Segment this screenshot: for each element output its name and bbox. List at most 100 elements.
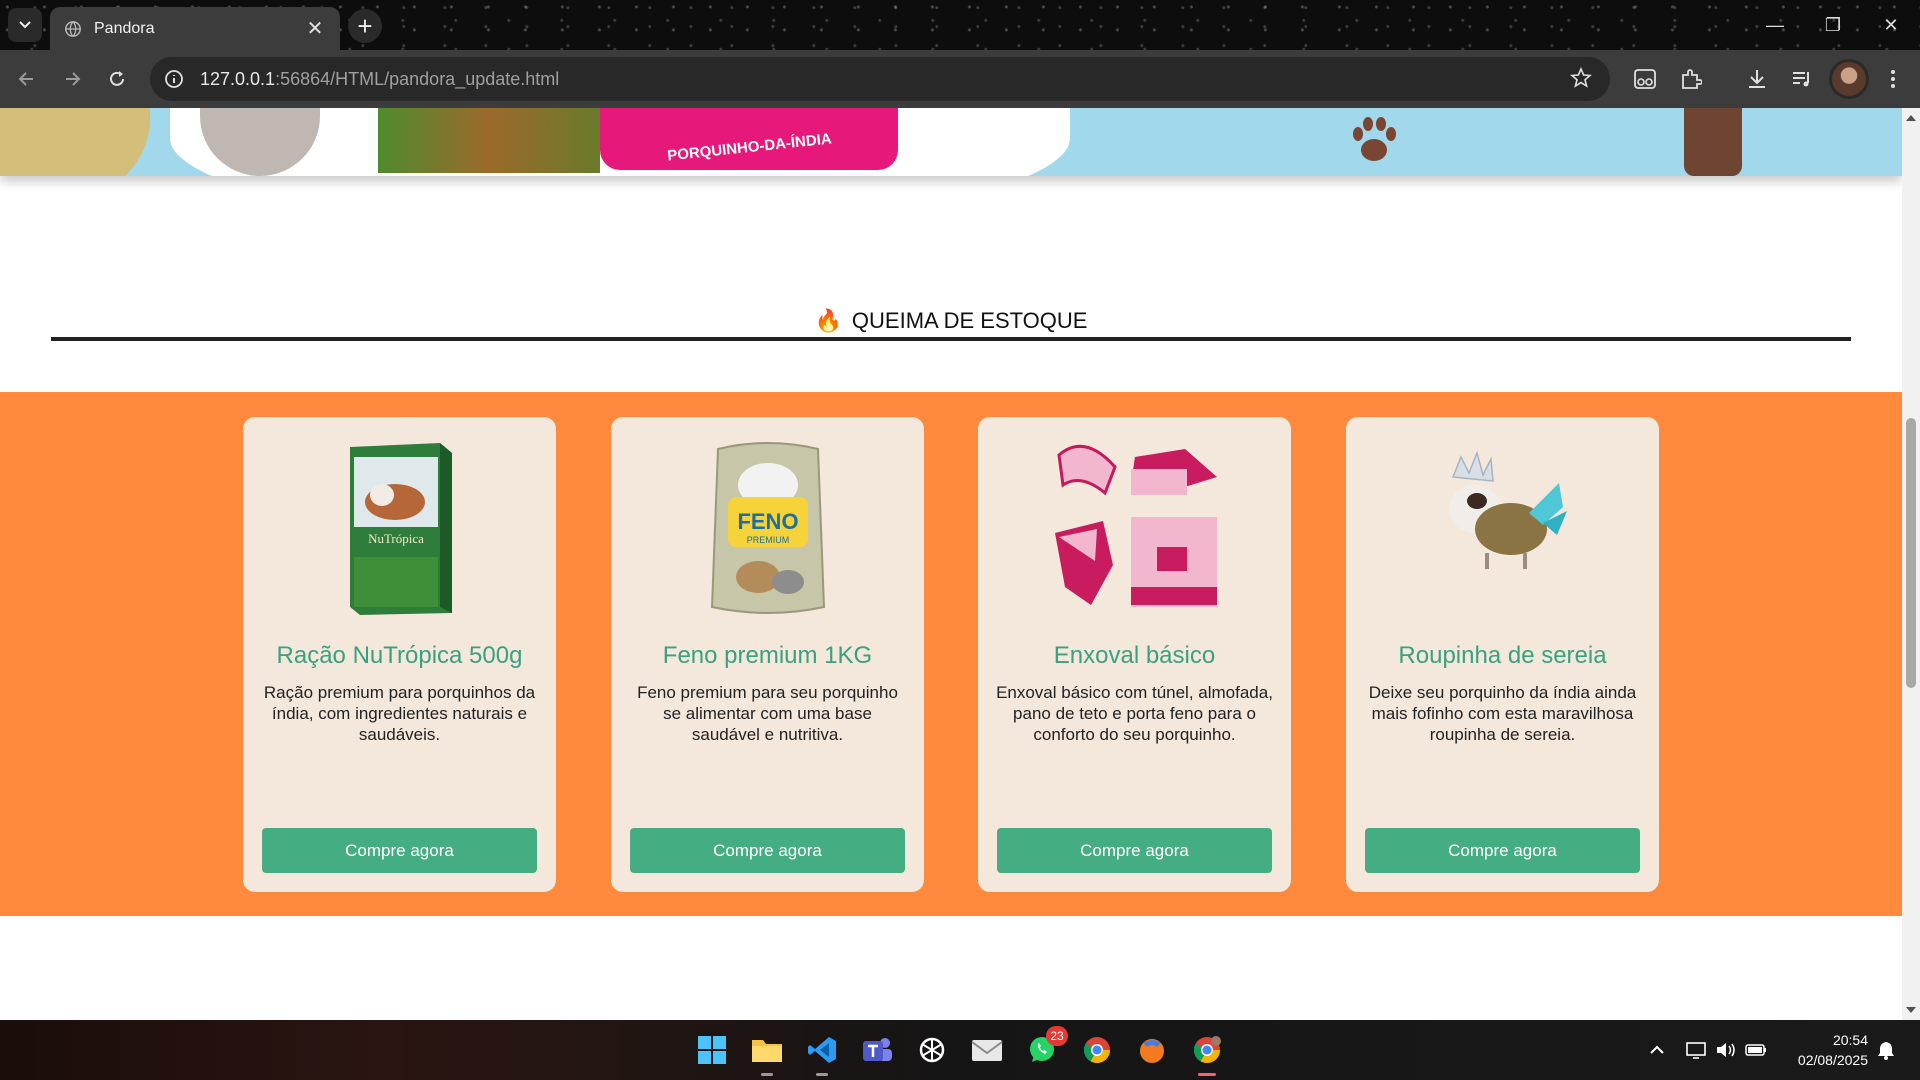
section-heading: 🔥 QUEIMA DE ESTOQUE bbox=[0, 308, 1902, 334]
reload-icon bbox=[110, 71, 124, 86]
heading-divider bbox=[51, 337, 1851, 341]
buy-now-button[interactable]: Compre agora bbox=[630, 828, 905, 873]
forward-button[interactable] bbox=[55, 62, 89, 96]
close-window-button[interactable]: ✕ bbox=[1862, 0, 1920, 50]
app-button[interactable] bbox=[1132, 1030, 1172, 1070]
browser-tab-strip: Pandora ✕ + — ❐ ✕ bbox=[0, 0, 1920, 50]
chevron-down-icon bbox=[19, 21, 31, 29]
start-button[interactable] bbox=[692, 1030, 732, 1070]
arrow-right-icon bbox=[66, 72, 81, 86]
file-explorer-button[interactable] bbox=[747, 1030, 787, 1076]
page-viewport: PORQUINHO-DA-ÍNDIA 🔥 QUEIMA DE ESTOQUE N… bbox=[0, 108, 1902, 1020]
leaf-decoration bbox=[0, 108, 150, 176]
media-controls-icon[interactable] bbox=[1785, 62, 1819, 96]
mail-button[interactable] bbox=[967, 1030, 1007, 1070]
buy-now-button[interactable]: Compre agora bbox=[997, 828, 1272, 873]
vscode-button[interactable] bbox=[802, 1030, 842, 1076]
site-info-icon[interactable] bbox=[164, 69, 184, 89]
scratching-post-image bbox=[1684, 108, 1742, 176]
product-image bbox=[978, 437, 1291, 617]
buy-now-button[interactable]: Compre agora bbox=[1365, 828, 1640, 873]
extensions-puzzle-icon[interactable] bbox=[1674, 62, 1708, 96]
running-indicator bbox=[816, 1073, 828, 1076]
chrome-profile-icon bbox=[1193, 1036, 1221, 1064]
browser-tab[interactable]: Pandora ✕ bbox=[50, 7, 340, 50]
scrollbar-thumb[interactable] bbox=[1906, 418, 1916, 688]
bookmark-star-icon[interactable] bbox=[1570, 67, 1592, 89]
chatgpt-button[interactable] bbox=[912, 1030, 952, 1070]
paw-icon bbox=[1353, 117, 1396, 161]
tab-search-button[interactable] bbox=[8, 8, 42, 42]
scroll-up-arrow-icon[interactable] bbox=[1905, 112, 1917, 124]
product-image: FENO PREMIUM bbox=[611, 437, 924, 617]
system-clock[interactable]: 20:54 02/08/2025 bbox=[1798, 1030, 1868, 1070]
package-label: PORQUINHO-DA-ÍNDIA bbox=[666, 130, 832, 165]
volume-icon[interactable] bbox=[1714, 1038, 1738, 1062]
product-description: Enxoval básico com túnel, almofada, pano… bbox=[996, 683, 1273, 744]
hero-banner: PORQUINHO-DA-ÍNDIA bbox=[0, 108, 1902, 176]
windows-logo-icon bbox=[698, 1036, 726, 1064]
download-icon[interactable] bbox=[1740, 62, 1774, 96]
windows-taskbar: 23 20:54 02/08/2025 bbox=[0, 1020, 1920, 1080]
tab-title: Pandora bbox=[94, 19, 155, 37]
product-description: Ração premium para porquinhos da índia, … bbox=[263, 683, 536, 744]
scroll-down-arrow-icon[interactable] bbox=[1905, 1004, 1917, 1016]
menu-kebab-icon[interactable] bbox=[1876, 62, 1910, 96]
teams-icon bbox=[863, 1038, 892, 1061]
clock-time: 20:54 bbox=[1832, 1032, 1868, 1048]
notification-badge: 23 bbox=[1046, 1026, 1068, 1046]
restore-button[interactable]: ❐ bbox=[1804, 0, 1862, 50]
url-path: :56864/HTML/pandora_update.html bbox=[275, 68, 560, 89]
product-title: Roupinha de sereia bbox=[1398, 642, 1607, 669]
chrome-button[interactable] bbox=[1077, 1030, 1117, 1070]
vscode-icon bbox=[808, 1037, 836, 1063]
product-description: Deixe seu porquinho da índia ainda mais … bbox=[1368, 683, 1637, 744]
profile-avatar[interactable] bbox=[1829, 59, 1869, 99]
window-controls: — ❐ ✕ bbox=[1746, 0, 1920, 50]
product-image-brand: NuTrópica bbox=[368, 531, 424, 546]
back-button[interactable] bbox=[10, 62, 44, 96]
notification-bell-icon[interactable] bbox=[1874, 1038, 1898, 1062]
arrow-left-icon bbox=[18, 72, 33, 86]
running-indicator bbox=[1198, 1073, 1216, 1076]
folder-icon bbox=[752, 1040, 782, 1062]
buy-now-button[interactable]: Compre agora bbox=[262, 828, 537, 873]
product-card: Roupinha de sereia Deixe seu porquinho d… bbox=[1346, 417, 1659, 892]
new-tab-button[interactable]: + bbox=[348, 9, 382, 43]
network-icon[interactable] bbox=[1684, 1038, 1708, 1062]
product-card: Enxoval básico Enxoval básico com túnel,… bbox=[978, 417, 1291, 892]
food-package-image bbox=[378, 108, 600, 173]
fire-icon: 🔥 bbox=[814, 308, 842, 333]
address-bar[interactable]: 127.0.0.1:56864/HTML/pandora_update.html bbox=[150, 57, 1610, 101]
product-title: Enxoval básico bbox=[1053, 642, 1216, 669]
incognito-icon[interactable] bbox=[1628, 62, 1662, 96]
chrome-profile-button[interactable] bbox=[1187, 1030, 1227, 1076]
url-host: 127.0.0.1 bbox=[200, 68, 276, 89]
product-title: Ração NuTrópica 500g bbox=[276, 642, 523, 669]
teams-button[interactable] bbox=[857, 1030, 897, 1070]
product-image bbox=[1346, 437, 1659, 617]
chatgpt-icon bbox=[919, 1037, 945, 1063]
stock-sale-section: NuTrópica Ração NuTrópica 500g Ração pre… bbox=[0, 392, 1902, 916]
pink-package-image: PORQUINHO-DA-ÍNDIA bbox=[600, 108, 898, 170]
running-indicator bbox=[761, 1073, 773, 1076]
reload-button[interactable] bbox=[100, 62, 134, 96]
product-image-brand: FENO bbox=[737, 509, 798, 534]
browser-toolbar: 127.0.0.1:56864/HTML/pandora_update.html bbox=[0, 50, 1920, 108]
tray-chevron-up-icon[interactable] bbox=[1645, 1038, 1669, 1062]
clock-date: 02/08/2025 bbox=[1797, 1052, 1868, 1068]
product-card: FENO PREMIUM Feno premium 1KG Feno premi… bbox=[611, 417, 924, 892]
product-image-sub: PREMIUM bbox=[746, 535, 789, 545]
product-title: Feno premium 1KG bbox=[662, 642, 873, 669]
product-card: NuTrópica Ração NuTrópica 500g Ração pre… bbox=[243, 417, 556, 892]
product-description: Feno premium para seu porquinho se alime… bbox=[637, 683, 898, 744]
chrome-icon bbox=[1083, 1037, 1111, 1064]
section-title-text: QUEIMA DE ESTOQUE bbox=[851, 308, 1088, 333]
whatsapp-button[interactable]: 23 bbox=[1022, 1026, 1068, 1070]
close-tab-icon[interactable]: ✕ bbox=[304, 16, 326, 41]
battery-icon[interactable] bbox=[1744, 1038, 1768, 1062]
minimize-button[interactable]: — bbox=[1746, 0, 1804, 50]
orange-app-icon bbox=[1140, 1039, 1164, 1063]
page-scrollbar[interactable] bbox=[1902, 108, 1920, 1020]
mail-icon bbox=[971, 1040, 1003, 1061]
